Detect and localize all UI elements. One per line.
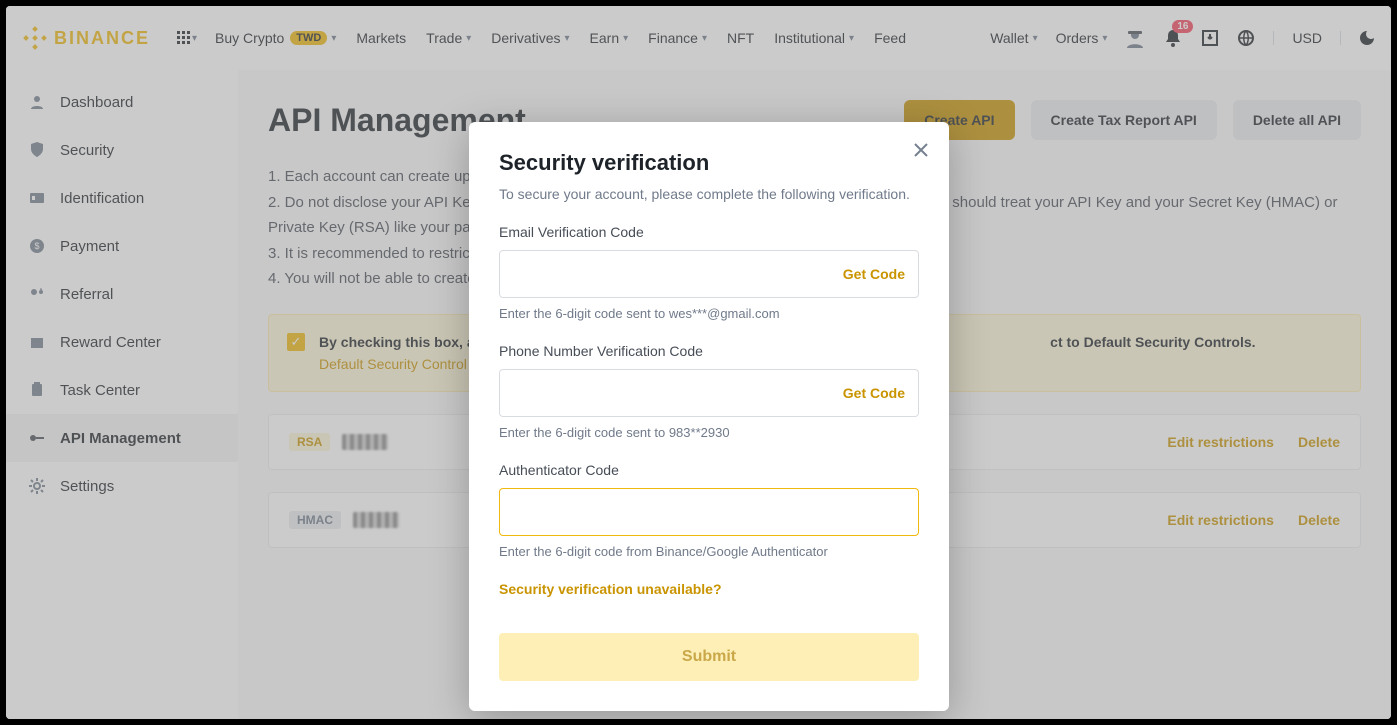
authenticator-code-hint: Enter the 6-digit code from Binance/Goog… xyxy=(499,544,919,559)
authenticator-code-label: Authenticator Code xyxy=(499,462,919,478)
authenticator-code-input[interactable] xyxy=(499,488,919,536)
submit-button[interactable]: Submit xyxy=(499,633,919,681)
verification-unavailable-link[interactable]: Security verification unavailable? xyxy=(499,581,722,597)
close-icon[interactable] xyxy=(911,140,931,160)
modal-title: Security verification xyxy=(499,150,919,176)
get-email-code-button[interactable]: Get Code xyxy=(843,250,905,298)
phone-code-hint: Enter the 6-digit code sent to 983**2930 xyxy=(499,425,919,440)
email-code-hint: Enter the 6-digit code sent to wes***@gm… xyxy=(499,306,919,321)
phone-code-label: Phone Number Verification Code xyxy=(499,343,919,359)
get-phone-code-button[interactable]: Get Code xyxy=(843,369,905,417)
modal-subtitle: To secure your account, please complete … xyxy=(499,186,919,202)
security-verification-modal: Security verification To secure your acc… xyxy=(469,122,949,711)
email-code-label: Email Verification Code xyxy=(499,224,919,240)
